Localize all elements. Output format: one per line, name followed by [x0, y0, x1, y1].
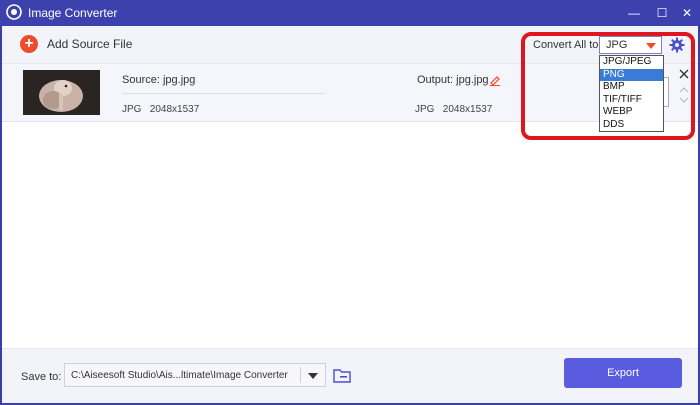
main-panel: + Add Source File Convert All to: JPG JP	[2, 26, 698, 403]
source-format: JPG	[122, 104, 142, 115]
export-button[interactable]: Export	[564, 358, 682, 388]
file-row: Source: jpg.jpg JPG 2048x1537 Output: jp…	[2, 64, 698, 122]
format-option[interactable]: DDS	[600, 119, 663, 132]
source-info: JPG 2048x1537	[122, 104, 199, 115]
output-filename: Output: jpg.jpg	[417, 74, 489, 86]
format-option[interactable]: PNG	[600, 68, 663, 81]
chevron-up-icon[interactable]	[679, 86, 689, 94]
minimize-button[interactable]: —	[624, 3, 644, 23]
selected-format: JPG	[606, 39, 628, 51]
chevron-down-icon[interactable]	[679, 96, 689, 104]
toolbar: + Add Source File Convert All to: JPG	[2, 26, 698, 64]
title-bar: Image Converter — ☐ ✕	[0, 0, 700, 26]
save-path-select[interactable]: C:\Aiseesoft Studio\Ais...ltimate\Image …	[64, 363, 326, 387]
image-thumbnail	[23, 70, 100, 115]
output-info: JPG 2048x1537	[415, 104, 492, 115]
format-dropdown-list: JPG/JPEG PNG BMP TIF/TIFF WEBP DDS	[599, 55, 664, 132]
save-path-value: C:\Aiseesoft Studio\Ais...ltimate\Image …	[71, 370, 288, 381]
format-option[interactable]: BMP	[600, 81, 663, 94]
chevron-down-icon	[308, 373, 318, 379]
path-divider	[300, 367, 301, 383]
dropdown-arrow-icon	[646, 43, 656, 49]
save-to-label: Save to:	[21, 371, 62, 383]
open-folder-icon[interactable]	[333, 367, 351, 383]
close-button[interactable]: ✕	[677, 3, 697, 23]
app-logo-icon	[6, 4, 22, 20]
format-option[interactable]: WEBP	[600, 106, 663, 119]
edit-pencil-icon[interactable]	[489, 74, 501, 86]
window-title: Image Converter	[28, 6, 118, 20]
plus-circle-icon: +	[20, 35, 38, 53]
gear-icon[interactable]	[669, 37, 685, 53]
convert-all-format-select[interactable]: JPG	[599, 36, 662, 54]
add-source-file-label: Add Source File	[47, 37, 133, 51]
source-dimensions: 2048x1537	[149, 104, 200, 115]
maximize-button[interactable]: ☐	[652, 3, 672, 23]
format-option[interactable]: JPG/JPEG	[600, 56, 663, 69]
output-format: JPG	[415, 104, 435, 115]
source-filename: Source: jpg.jpg	[122, 74, 196, 86]
format-option[interactable]: TIF/TIFF	[600, 94, 663, 107]
remove-file-icon[interactable]	[678, 68, 690, 80]
output-dimensions: 2048x1537	[442, 104, 493, 115]
footer: Save to: C:\Aiseesoft Studio\Ais...ltima…	[2, 348, 698, 403]
add-source-file-button[interactable]: + Add Source File	[20, 35, 132, 53]
convert-all-label: Convert All to:	[533, 39, 602, 51]
source-divider	[122, 93, 325, 94]
